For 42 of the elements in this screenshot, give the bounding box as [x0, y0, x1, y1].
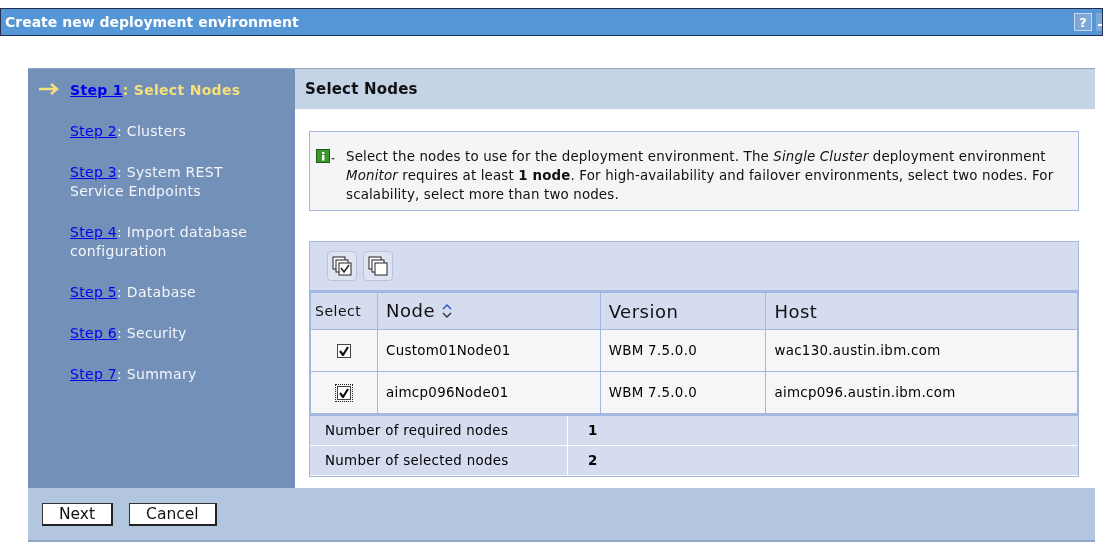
summary-label: Number of selected nodes [310, 446, 568, 476]
step-link[interactable]: Step 2 [70, 123, 118, 139]
node-cell: aimcp096Node01 [377, 371, 601, 414]
info-icon [316, 149, 336, 164]
deselect-all-button[interactable] [363, 251, 393, 281]
host-cell: aimcp096.austin.ibm.com [765, 371, 1078, 414]
host-cell: wac130.austin.ibm.com [765, 329, 1078, 372]
wizard-step: Step 7: Summary [70, 365, 197, 384]
sort-icon[interactable] [441, 302, 453, 319]
panel-title: Select Nodes [295, 69, 1095, 109]
column-header[interactable]: Version [600, 292, 766, 330]
wizard-step: Step 2: Clusters [70, 122, 187, 141]
row-checkbox[interactable] [335, 341, 353, 360]
wizard-step: Step 3: System REST Service Endpoints [70, 163, 255, 201]
wizard-step: Step 6: Security [70, 324, 187, 343]
column-header[interactable]: Select [310, 292, 378, 330]
summary-value: 1 [568, 416, 1078, 446]
version-cell: WBM 7.5.0.0 [600, 371, 766, 414]
window-title: Create new deployment environment [5, 14, 300, 30]
check-mark-icon [339, 345, 349, 356]
check-mark-icon [339, 387, 349, 398]
step-link[interactable]: Step 3 [70, 164, 118, 180]
step-link[interactable]: Step 1 [70, 82, 123, 98]
row-checkbox[interactable] [335, 383, 353, 402]
next-button[interactable]: Next [42, 502, 114, 526]
cancel-button[interactable]: Cancel [129, 502, 217, 526]
summary-label: Number of required nodes [310, 416, 568, 446]
column-header[interactable]: Node [377, 292, 601, 330]
step-link[interactable]: Step 5 [70, 284, 118, 300]
wizard-step: Step 1: Select Nodes [70, 81, 241, 100]
step-link[interactable]: Step 7 [70, 366, 118, 382]
column-header[interactable]: Host [765, 292, 1078, 330]
wizard-step: Step 4: Import database configuration [70, 223, 255, 261]
node-cell: Custom01Node01 [377, 329, 601, 372]
select-all-button[interactable] [327, 251, 357, 281]
step-link[interactable]: Step 4 [70, 224, 118, 240]
info-text: Select the nodes to use for the deployment environment. The Single Cluster deployment environment Monitor requires at least 1 node. For high-availability and failover environments, select two nodes. For scalability, select more than two nodes. [346, 148, 1055, 204]
version-cell: WBM 7.5.0.0 [600, 329, 766, 372]
help-button[interactable]: ? [1074, 13, 1092, 31]
wizard-step: Step 5: Database [70, 283, 196, 302]
summary-value: 2 [568, 446, 1078, 476]
step-link[interactable]: Step 6 [70, 325, 118, 341]
